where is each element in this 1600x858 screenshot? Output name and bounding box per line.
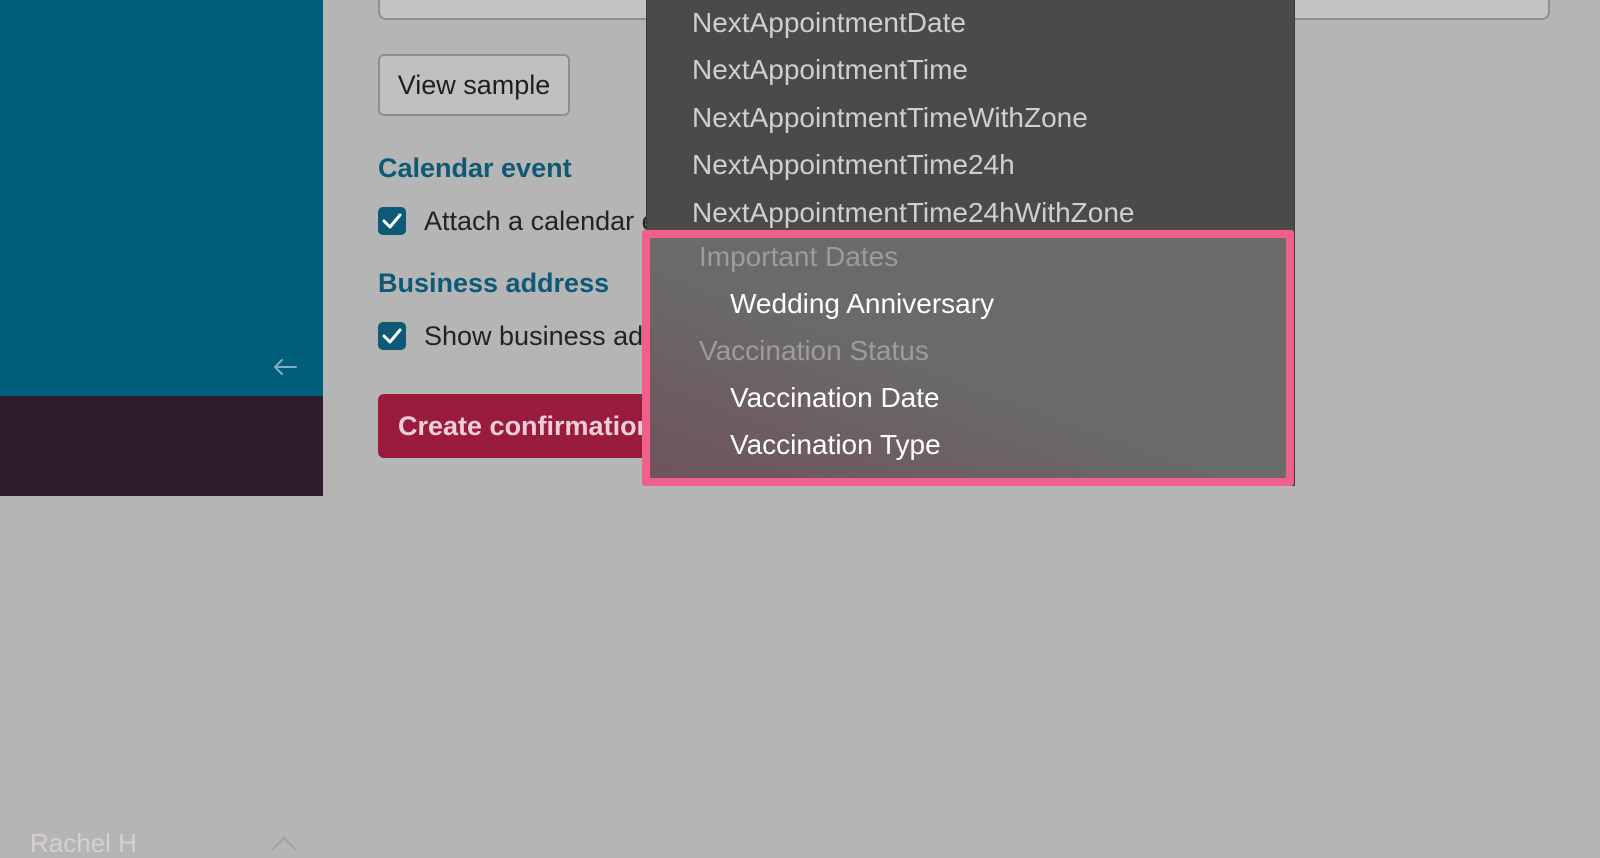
dropdown-item[interactable]: NextAppointmentTimeWithZone: [692, 101, 1088, 135]
dropdown-item[interactable]: NextAppointmentTime: [692, 53, 968, 87]
business-address-title: Business address: [378, 268, 610, 298]
dropdown-item-vaccination-type[interactable]: Vaccination Type: [730, 428, 941, 462]
business-address-row: Show business ad: [378, 320, 648, 352]
dropdown-item[interactable]: NextAppointmentTime24hWithZone: [692, 196, 1135, 230]
checkmark-icon: [382, 213, 402, 229]
user-menu[interactable]: Rachel H: [0, 396, 323, 858]
calendar-event-row: Attach a calendar e: [378, 205, 657, 237]
arrow-left-icon[interactable]: [270, 352, 300, 382]
business-address-label: Show business ad: [424, 321, 644, 351]
calendar-event-title: Calendar event: [378, 153, 572, 183]
checkmark-icon: [382, 328, 402, 344]
group-header-important-dates: Important Dates: [699, 241, 899, 272]
business-address-checkbox[interactable]: [378, 322, 406, 350]
view-sample-button[interactable]: View sample: [378, 54, 570, 116]
dropdown-item-vaccination-date[interactable]: Vaccination Date: [730, 381, 940, 415]
calendar-event-checkbox[interactable]: [378, 207, 406, 235]
chevron-up-icon[interactable]: [270, 833, 298, 853]
dropdown-item[interactable]: NextAppointmentDate: [692, 6, 966, 40]
dropdown-item-wedding-anniversary[interactable]: Wedding Anniversary: [730, 287, 994, 321]
user-name: Rachel H: [30, 828, 137, 858]
calendar-event-label: Attach a calendar e: [424, 206, 657, 236]
dropdown-item[interactable]: NextAppointmentTime24h: [692, 148, 1015, 182]
dropdown-highlighted-section: Important Dates Wedding Anniversary Vacc…: [642, 230, 1294, 486]
group-header-vaccination-status: Vaccination Status: [699, 335, 929, 366]
